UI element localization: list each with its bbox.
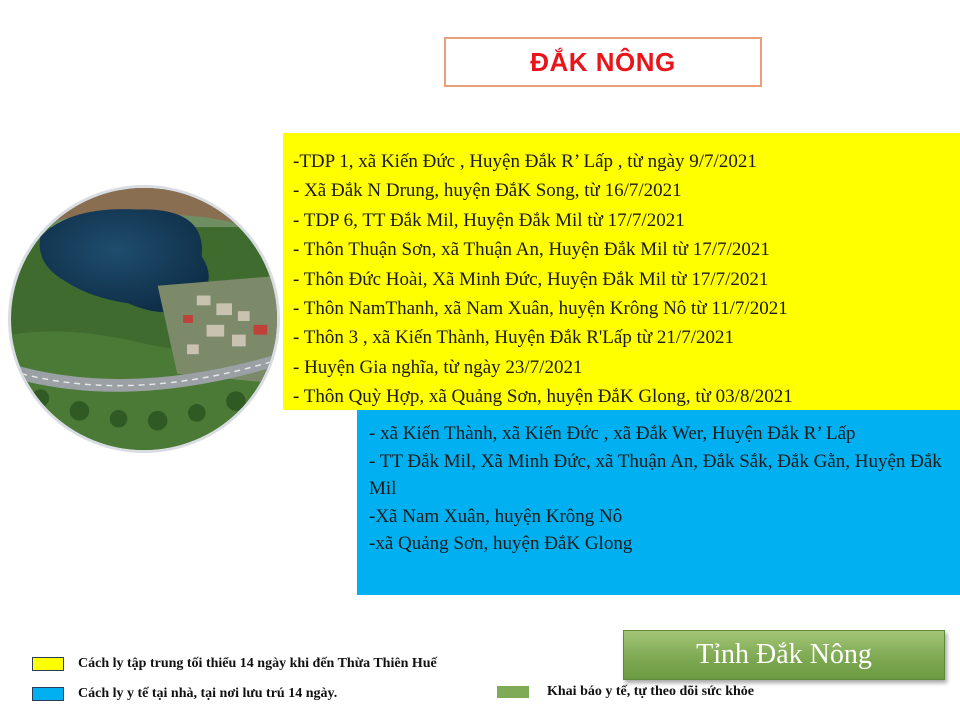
province-button[interactable]: Tỉnh Đắk Nông bbox=[623, 630, 945, 680]
home-quarantine-panel: - xã Kiến Thành, xã Kiến Đức , xã Đắk We… bbox=[357, 410, 960, 595]
concentrated-quarantine-panel: -TDP 1, xã Kiến Đức , Huyện Đắk R’ Lấp ,… bbox=[283, 133, 960, 410]
list-item: - Thôn 3 , xã Kiến Thành, Huyện Đắk R'Lấ… bbox=[293, 327, 734, 349]
legend-concentrated: Cách ly tập trung tối thiểu 14 ngày khi … bbox=[32, 656, 437, 672]
list-item: - xã Kiến Thành, xã Kiến Đức , xã Đắk We… bbox=[369, 423, 856, 444]
list-item: - TT Đắk Mil, Xã Minh Đức, xã Thuận An, … bbox=[369, 450, 942, 500]
legend-declaration: Khai báo y tế, tự theo dõi sức khỏe bbox=[497, 684, 754, 700]
yellow-swatch-icon bbox=[32, 657, 64, 671]
list-item: -TDP 1, xã Kiến Đức , Huyện Đắk R’ Lấp ,… bbox=[293, 151, 757, 172]
page-title: ĐẮK NÔNG bbox=[530, 46, 676, 77]
list-item: - Huyện Gia nghĩa, từ ngày 23/7/2021 bbox=[293, 356, 583, 378]
list-item: - Thôn Đức Hoài, Xã Minh Đức, Huyện Đắk … bbox=[293, 268, 769, 290]
list-item: -xã Quảng Sơn, huyện ĐắK Glong bbox=[369, 533, 633, 554]
legend-home-label: Cách ly y tế tại nhà, tại nơi lưu trú 14… bbox=[78, 686, 338, 701]
list-item: -Xã Nam Xuân, huyện Krông Nô bbox=[369, 505, 623, 527]
blue-swatch-icon bbox=[32, 687, 64, 701]
list-item: - Thôn NamThanh, xã Nam Xuân, huyện Krôn… bbox=[293, 298, 788, 320]
legend-declaration-label: Khai báo y tế, tự theo dõi sức khỏe bbox=[547, 684, 754, 699]
list-item: - Xã Đắk N Drung, huyện ĐắK Song, từ 16/… bbox=[293, 180, 682, 202]
list-item: - Thôn Thuận Sơn, xã Thuận An, Huyện Đắk… bbox=[293, 239, 770, 261]
list-item: - Thôn Quỳ Hợp, xã Quảng Sơn, huyện ĐắK … bbox=[293, 386, 793, 408]
legend-concentrated-label: Cách ly tập trung tối thiểu 14 ngày khi … bbox=[78, 656, 437, 671]
aerial-lake-photo bbox=[8, 185, 280, 453]
title-box: ĐẮK NÔNG bbox=[444, 37, 762, 87]
legend-home: Cách ly y tế tại nhà, tại nơi lưu trú 14… bbox=[32, 686, 337, 702]
aerial-lake-icon bbox=[11, 188, 277, 450]
green-swatch-icon bbox=[497, 686, 529, 698]
list-item: - TDP 6, TT Đắk Mil, Huyện Đắk Mil từ 17… bbox=[293, 209, 685, 231]
